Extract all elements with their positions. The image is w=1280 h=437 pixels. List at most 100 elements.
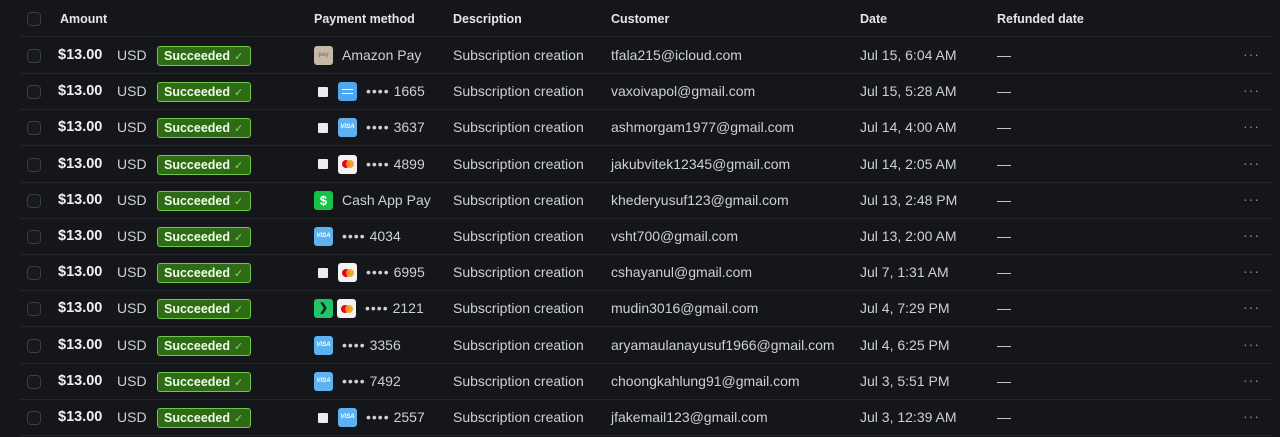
amount-value: $13.00 (58, 119, 103, 136)
customer-email[interactable]: vaxoivapol@gmail.com (611, 74, 755, 109)
description-text: Subscription creation (453, 300, 584, 317)
checkmark-icon: ✓ (234, 159, 244, 172)
column-header-amount[interactable]: Amount (60, 2, 107, 37)
amount-value: $13.00 (58, 409, 103, 425)
more-actions-icon[interactable]: ··· (1243, 147, 1260, 182)
checkmark-icon: ✓ (234, 376, 244, 389)
column-header-refunded-date[interactable]: Refunded date (997, 2, 1084, 37)
column-header-date[interactable]: Date (860, 2, 887, 37)
description-text: Subscription creation (453, 47, 584, 63)
currency-code: USD (117, 83, 147, 100)
table-row[interactable]: $13.00 USD Succeeded ✓ •••• 6995 Subscription … (20, 255, 1272, 292)
more-actions-icon[interactable]: ··· (1243, 183, 1260, 218)
masked-card-dots: •••• (366, 409, 390, 425)
checkmark-icon: ✓ (234, 51, 244, 63)
payment-date: Jul 13, 2:48 PM (860, 191, 958, 208)
table-row[interactable]: $13.00 USD Succeeded ✓ VISA •••• 3356 Subscript… (20, 328, 1272, 364)
table-row[interactable]: $13.00 USD Succeeded ✓ •••• 1665 Subscription … (20, 74, 1272, 111)
checkmark-icon: ✓ (234, 304, 244, 317)
payment-method: VISA •••• 3637 (314, 110, 425, 145)
mastercard-icon (338, 154, 357, 174)
more-actions-icon[interactable]: ··· (1243, 291, 1260, 326)
status-badge: Succeeded ✓ (157, 82, 251, 103)
table-row[interactable]: $13.00 USD Succeeded ✓ VISA •••• 3637 Subscript… (20, 110, 1272, 147)
wallet-square-icon (318, 159, 328, 170)
amazon-pay-icon: pay (314, 46, 333, 65)
status-badge: Succeeded ✓ (157, 154, 251, 175)
masked-card-dots: •••• (366, 119, 390, 136)
checkmark-icon: ✓ (234, 87, 244, 100)
customer-email[interactable]: mudin3016@gmail.com (611, 291, 758, 326)
customer-email[interactable]: vsht700@gmail.com (611, 219, 738, 254)
description-text: Subscription creation (453, 155, 584, 172)
more-actions-icon[interactable]: ··· (1243, 219, 1260, 254)
customer-email[interactable]: choongkahlung91@gmail.com (611, 364, 800, 399)
table-row[interactable]: $13.00 USD Succeeded ✓ VISA •••• 2557 Subscript… (20, 400, 1272, 436)
customer-email[interactable]: ashmorgam1977@gmail.com (611, 110, 794, 145)
table-row[interactable]: $13.00 USD Succeeded ✓ VISA •••• 4034 Subscript… (20, 219, 1272, 255)
refunded-date: — (997, 409, 1011, 425)
customer-email[interactable]: jfakemail123@gmail.com (611, 400, 768, 435)
row-checkbox[interactable] (27, 302, 41, 317)
amount-value: $13.00 (58, 228, 103, 244)
refunded-date: — (997, 372, 1011, 389)
mastercard-icon (337, 299, 356, 319)
table-row[interactable]: $13.00 USD Succeeded ✓ ❯ •••• 2121 Subscription… (20, 291, 1272, 328)
status-badge: Succeeded ✓ (157, 408, 251, 428)
payment-method: VISA •••• 3356 (314, 328, 401, 363)
select-all-checkbox[interactable] (27, 12, 41, 26)
payment-method: •••• 6995 (314, 255, 425, 290)
more-actions-icon[interactable]: ··· (1243, 255, 1260, 290)
link-icon: ❯ (314, 299, 333, 319)
more-actions-icon[interactable]: ··· (1243, 400, 1260, 435)
masked-card-dots: •••• (366, 83, 390, 100)
column-header-payment-method[interactable]: Payment method (314, 2, 415, 37)
status-badge: Succeeded ✓ (157, 335, 251, 356)
amount-value: $13.00 (58, 300, 103, 317)
table-row[interactable]: $13.00 USD Succeeded ✓ •••• 4899 Subscription … (20, 147, 1272, 183)
row-checkbox[interactable] (27, 193, 41, 208)
customer-email[interactable]: tfala215@icloud.com (611, 38, 742, 73)
card-last4: 4034 (369, 228, 401, 244)
row-checkbox[interactable] (27, 49, 41, 63)
card-last4: 2557 (393, 409, 425, 425)
visa-icon: VISA (338, 408, 357, 427)
masked-card-dots: •••• (342, 372, 366, 389)
wallet-square-icon (318, 122, 328, 133)
payment-date: Jul 3, 12:39 AM (860, 409, 957, 425)
description-text: Subscription creation (453, 83, 584, 100)
row-checkbox[interactable] (27, 338, 41, 353)
visa-icon: VISA (314, 335, 333, 355)
row-checkbox[interactable] (27, 85, 41, 100)
more-actions-icon[interactable]: ··· (1243, 328, 1260, 363)
column-header-description[interactable]: Description (453, 2, 522, 37)
payments-table: Amount Payment method Description Custom… (0, 0, 1272, 437)
payment-date: Jul 15, 6:04 AM (860, 47, 957, 63)
row-checkbox[interactable] (27, 230, 41, 244)
status-label: Succeeded (164, 230, 231, 244)
amount-value: $13.00 (58, 155, 103, 172)
more-actions-icon[interactable]: ··· (1243, 38, 1260, 73)
masked-card-dots: •••• (365, 300, 389, 317)
table-row[interactable]: $13.00 USD Succeeded ✓ $ Cash App Pay Subscrip… (20, 183, 1272, 219)
row-checkbox[interactable] (27, 266, 41, 281)
customer-email[interactable]: jakubvitek12345@gmail.com (611, 147, 790, 182)
row-checkbox[interactable] (27, 121, 41, 136)
more-actions-icon[interactable]: ··· (1243, 74, 1260, 109)
table-row[interactable]: $13.00 USD Succeeded ✓ VISA •••• 7492 Subscript… (20, 364, 1272, 400)
row-checkbox[interactable] (27, 374, 41, 389)
visa-icon: VISA (314, 371, 333, 391)
payment-date: Jul 3, 5:51 PM (860, 372, 950, 389)
more-actions-icon[interactable]: ··· (1243, 110, 1260, 145)
payment-method: VISA •••• 4034 (314, 219, 401, 254)
row-checkbox[interactable] (27, 157, 41, 172)
column-header-customer[interactable]: Customer (611, 2, 669, 37)
row-checkbox[interactable] (27, 411, 41, 425)
customer-email[interactable]: aryamaulanayusuf1966@gmail.com (611, 328, 835, 363)
customer-email[interactable]: khederyusuf123@gmail.com (611, 183, 789, 218)
status-label: Succeeded (164, 302, 231, 317)
customer-email[interactable]: cshayanul@gmail.com (611, 255, 752, 290)
payment-method: VISA •••• 2557 (314, 400, 425, 435)
table-row[interactable]: $13.00 USD Succeeded ✓ pay Amazon Pay Subscrip… (20, 38, 1272, 74)
more-actions-icon[interactable]: ··· (1243, 364, 1260, 399)
